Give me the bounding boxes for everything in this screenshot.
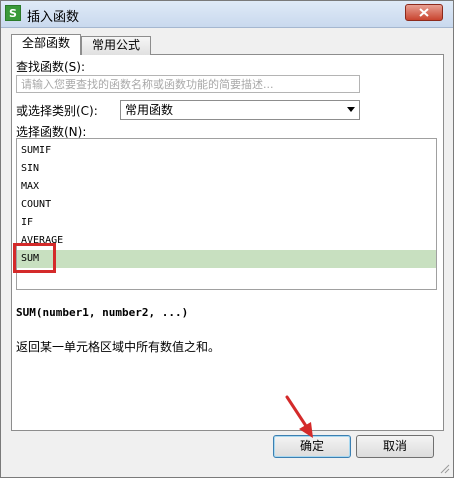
tab-all-functions[interactable]: 全部函数 bbox=[11, 34, 81, 55]
spreadsheet-s-icon: S bbox=[5, 5, 21, 21]
category-selected-value: 常用函数 bbox=[125, 103, 174, 117]
list-item[interactable]: SIN bbox=[17, 160, 436, 178]
function-description: 返回某一单元格区域中所有数值之和。 bbox=[16, 340, 221, 354]
search-input[interactable] bbox=[16, 75, 360, 93]
title-bar[interactable]: S 插入函数 bbox=[1, 1, 453, 28]
annotation-highlight-box bbox=[13, 243, 56, 273]
search-label: 查找函数(S): bbox=[16, 60, 86, 74]
category-select[interactable]: 常用函数 bbox=[120, 100, 360, 120]
close-button[interactable] bbox=[405, 4, 443, 21]
insert-function-dialog: S 插入函数 全部函数 常用公式 查找函数(S): 或选择类别(C): 常用函数… bbox=[0, 0, 454, 478]
tab-common-formulas[interactable]: 常用公式 bbox=[81, 36, 151, 55]
function-signature: SUM(number1, number2, ...) bbox=[16, 306, 189, 319]
dialog-title: 插入函数 bbox=[27, 10, 80, 25]
resize-grip-icon[interactable] bbox=[440, 464, 450, 474]
list-item[interactable]: AVERAGE bbox=[17, 232, 436, 250]
category-label: 或选择类别(C): bbox=[16, 104, 98, 118]
list-item[interactable]: COUNT bbox=[17, 196, 436, 214]
list-item-selected[interactable]: SUM bbox=[17, 250, 436, 268]
close-icon bbox=[419, 8, 429, 17]
svg-text:S: S bbox=[9, 7, 17, 20]
list-item[interactable]: SUMIF bbox=[17, 142, 436, 160]
cancel-button[interactable]: 取消 bbox=[356, 435, 434, 458]
chevron-down-icon bbox=[347, 107, 355, 112]
function-list[interactable]: SUMIF SIN MAX COUNT IF AVERAGE SUM bbox=[16, 138, 437, 290]
list-item[interactable]: MAX bbox=[17, 178, 436, 196]
annotation-arrow bbox=[285, 395, 313, 438]
list-item[interactable]: IF bbox=[17, 214, 436, 232]
